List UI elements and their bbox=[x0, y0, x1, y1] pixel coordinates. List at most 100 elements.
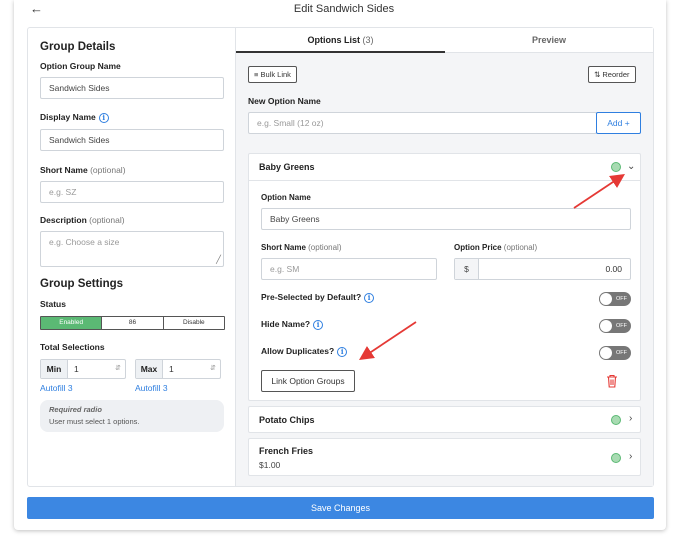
card-divider bbox=[249, 180, 640, 181]
info-icon[interactable]: i bbox=[364, 292, 375, 303]
toggle-knob bbox=[600, 293, 612, 305]
bulk-link-label: Bulk Link bbox=[260, 70, 291, 79]
status-dot-icon bbox=[611, 162, 621, 172]
min-label: Min bbox=[41, 360, 68, 378]
min-stepper[interactable]: Min 1 ⇵ bbox=[40, 359, 126, 379]
status-dot-icon bbox=[611, 453, 621, 463]
allow-duplicates-toggle[interactable]: OFF bbox=[599, 346, 631, 360]
option-group-name-input[interactable]: Sandwich Sides bbox=[40, 77, 224, 99]
option-card-title: French Fries bbox=[259, 446, 314, 456]
spinner-icon[interactable]: ⇵ bbox=[206, 360, 220, 378]
info-icon[interactable]: i bbox=[313, 319, 324, 330]
status-86-button[interactable]: 86 bbox=[102, 317, 164, 329]
option-card-title: Potato Chips bbox=[259, 415, 315, 425]
autofill-min-link[interactable]: Autofill 3 bbox=[40, 383, 73, 393]
hide-name-toggle[interactable]: OFF bbox=[599, 319, 631, 333]
option-price-input[interactable]: $ 0.00 bbox=[454, 258, 631, 280]
toggle-knob bbox=[600, 320, 612, 332]
status-enabled-button[interactable]: Enabled bbox=[41, 317, 103, 329]
group-settings-heading: Group Settings bbox=[40, 278, 124, 290]
option-short-name-optional: (optional) bbox=[308, 243, 342, 252]
option-name-input[interactable]: Baby Greens bbox=[261, 208, 631, 230]
allow-duplicates-label-text: Allow Duplicates? bbox=[261, 346, 335, 356]
chevron-down-icon[interactable]: ⌄ bbox=[627, 162, 635, 172]
selection-rule-note: Required radio User must select 1 option… bbox=[40, 400, 224, 432]
status-disable-button[interactable]: Disable bbox=[164, 317, 224, 329]
option-card-expanded: Baby Greens ⌄ Option Name Baby Greens Sh… bbox=[248, 153, 641, 401]
tab-options-list-count: (3) bbox=[362, 35, 374, 45]
option-short-name-label-text: Short Name bbox=[261, 243, 306, 252]
trash-icon[interactable] bbox=[606, 374, 618, 388]
status-label: Status bbox=[40, 299, 66, 309]
spinner-icon[interactable]: ⇵ bbox=[111, 360, 125, 378]
option-card-title[interactable]: Baby Greens bbox=[259, 162, 315, 172]
display-name-label-text: Display Name bbox=[40, 112, 96, 122]
group-details-column: Group Details Option Group Name Sandwich… bbox=[28, 28, 236, 486]
info-icon[interactable]: i bbox=[98, 112, 109, 123]
group-details-heading: Group Details bbox=[40, 41, 116, 53]
add-option-button[interactable]: Add + bbox=[596, 112, 641, 134]
list-link-icon: ≡ bbox=[254, 70, 259, 79]
preselected-toggle[interactable]: OFF bbox=[599, 292, 631, 306]
preselected-label-text: Pre-Selected by Default? bbox=[261, 292, 362, 302]
description-textarea[interactable]: e.g. Choose a size ╱ bbox=[40, 231, 224, 267]
editor-panel: Group Details Option Group Name Sandwich… bbox=[27, 27, 654, 487]
price-value: 0.00 bbox=[605, 264, 622, 274]
display-name-input[interactable]: Sandwich Sides bbox=[40, 129, 224, 151]
total-selections-label: Total Selections bbox=[40, 342, 105, 352]
preselected-label: Pre-Selected by Default? i bbox=[261, 292, 375, 303]
option-short-name-input[interactable]: e.g. SM bbox=[261, 258, 437, 280]
tab-preview[interactable]: Preview bbox=[445, 28, 653, 53]
status-segmented-control: Enabled 86 Disable bbox=[40, 316, 225, 330]
new-option-name-label: New Option Name bbox=[248, 96, 321, 106]
new-option-name-input[interactable]: e.g. Small (12 oz) bbox=[248, 112, 597, 134]
note-text: User must select 1 options. bbox=[49, 417, 140, 426]
max-stepper[interactable]: Max 1 ⇵ bbox=[135, 359, 221, 379]
option-group-name-label: Option Group Name bbox=[40, 61, 121, 71]
max-label: Max bbox=[136, 360, 163, 378]
short-name-optional: (optional) bbox=[90, 165, 126, 175]
short-name-input[interactable]: e.g. SZ bbox=[40, 181, 224, 203]
toggle-off-text: OFF bbox=[616, 323, 627, 329]
allow-duplicates-label: Allow Duplicates? i bbox=[261, 346, 348, 357]
toggle-off-text: OFF bbox=[616, 350, 627, 356]
info-icon[interactable]: i bbox=[337, 346, 348, 357]
option-card-potato-chips[interactable]: Potato Chips › bbox=[248, 406, 641, 433]
option-price-optional: (optional) bbox=[503, 243, 538, 252]
min-value[interactable]: 1 bbox=[68, 360, 111, 378]
currency-symbol: $ bbox=[455, 259, 479, 279]
chevron-right-icon[interactable]: › bbox=[629, 452, 632, 462]
reorder-label: Reorder bbox=[602, 70, 630, 79]
toggle-knob bbox=[600, 347, 612, 359]
tab-bar: Options List (3) Preview bbox=[236, 28, 653, 53]
page-title: Edit Sandwich Sides bbox=[293, 3, 395, 15]
option-short-name-label: Short Name (optional) bbox=[261, 243, 342, 252]
short-name-label: Short Name (optional) bbox=[40, 165, 126, 175]
hide-name-label: Hide Name? i bbox=[261, 319, 324, 330]
reorder-button[interactable]: ⇅ Reorder bbox=[588, 66, 636, 83]
option-card-french-fries[interactable]: French Fries $1.00 › bbox=[248, 438, 641, 476]
autofill-max-link[interactable]: Autofill 3 bbox=[135, 383, 168, 393]
display-name-label: Display Name i bbox=[40, 112, 109, 123]
options-column: Options List (3) Preview ≡ Bulk Link ⇅ R… bbox=[236, 28, 653, 486]
sort-arrows-icon: ⇅ bbox=[594, 70, 601, 79]
tab-options-list[interactable]: Options List (3) bbox=[236, 28, 445, 53]
option-price-label: Option Price (optional) bbox=[454, 243, 537, 252]
save-changes-button[interactable]: Save Changes bbox=[27, 497, 654, 519]
chevron-right-icon[interactable]: › bbox=[629, 414, 632, 424]
status-dot-icon bbox=[611, 415, 621, 425]
hide-name-label-text: Hide Name? bbox=[261, 319, 311, 329]
note-title: Required radio bbox=[49, 405, 102, 414]
option-price-label-text: Option Price bbox=[454, 243, 502, 252]
short-name-label-text: Short Name bbox=[40, 165, 88, 175]
link-option-groups-button[interactable]: Link Option Groups bbox=[261, 370, 355, 392]
description-label: Description (optional) bbox=[40, 215, 125, 225]
max-value[interactable]: 1 bbox=[163, 360, 206, 378]
option-name-label: Option Name bbox=[261, 193, 311, 202]
toggle-off-text: OFF bbox=[616, 296, 627, 302]
tab-options-list-label: Options List bbox=[307, 35, 360, 45]
bulk-link-button[interactable]: ≡ Bulk Link bbox=[248, 66, 297, 83]
description-placeholder: e.g. Choose a size bbox=[49, 237, 120, 247]
resize-handle-icon[interactable]: ╱ bbox=[216, 256, 221, 264]
description-optional: (optional) bbox=[89, 215, 125, 225]
